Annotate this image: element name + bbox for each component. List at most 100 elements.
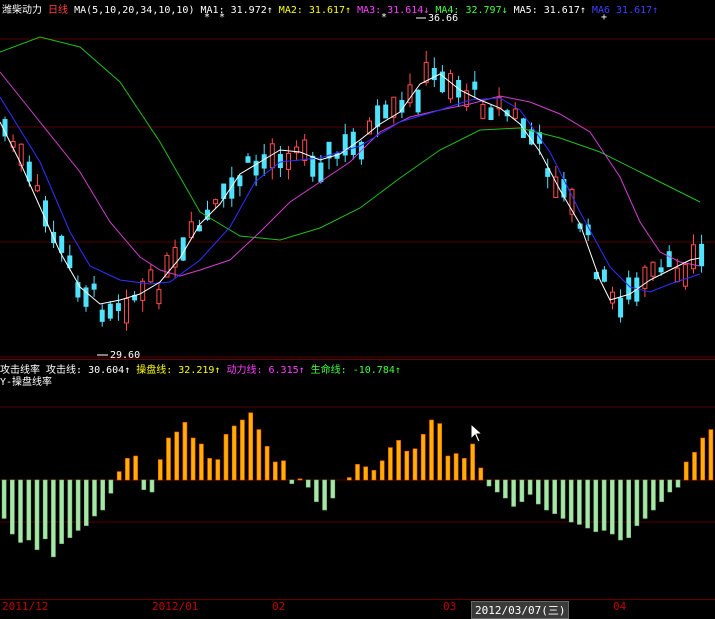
histogram-bar	[59, 479, 64, 544]
candle-body	[124, 298, 129, 324]
candle-body	[399, 100, 405, 113]
date-label-02: 02	[272, 600, 286, 613]
candle-body	[156, 289, 162, 305]
date-label-04: 04	[613, 600, 627, 613]
candle-body	[245, 156, 251, 163]
date-label-2011-12: 2011/12	[2, 600, 49, 613]
histogram-bar	[42, 479, 48, 540]
histogram-bar	[371, 470, 377, 481]
histogram-bar	[388, 447, 393, 481]
histogram-bar	[404, 450, 410, 481]
histogram-bar	[26, 479, 32, 541]
candle-body	[34, 185, 40, 192]
histogram-bar	[486, 479, 492, 487]
candle-body	[107, 303, 113, 319]
histogram-bar	[264, 446, 270, 481]
candles	[2, 50, 705, 331]
histogram-bar	[305, 479, 311, 488]
svg-text:+: +	[601, 12, 607, 23]
candle-body	[650, 261, 656, 277]
cursor-date: 2012/03/07(三)	[471, 601, 570, 619]
histogram-bar	[1, 479, 7, 519]
histogram-bar	[609, 479, 615, 535]
histogram-bar	[445, 455, 451, 481]
date-label-2012-01: 2012/01	[152, 600, 199, 613]
histogram-bar	[503, 479, 508, 499]
candle-body	[318, 162, 324, 183]
histogram-bar	[560, 479, 566, 519]
candle-body	[26, 161, 32, 182]
histogram-bar	[322, 479, 327, 511]
candle-body	[601, 269, 607, 282]
candle-body	[261, 154, 267, 169]
histogram-bar	[420, 434, 426, 481]
ma-line-magenta	[0, 71, 701, 277]
histogram-bar	[100, 479, 105, 511]
signal-markers: * * * +	[204, 12, 607, 23]
histogram-bar	[67, 479, 73, 538]
candle-body	[91, 283, 97, 290]
histogram-bar	[199, 443, 204, 481]
histogram-bar	[166, 437, 171, 481]
grid-lines	[0, 38, 715, 358]
momentum-line-value: 动力线: 6.315↑	[226, 365, 305, 376]
histogram-bar	[675, 479, 681, 488]
histogram-bar	[577, 479, 582, 525]
histogram-bar	[92, 479, 97, 517]
histogram-bar	[207, 458, 212, 481]
histogram-bar	[272, 461, 278, 481]
candle-body	[488, 107, 494, 120]
histogram-bar	[396, 440, 401, 481]
histogram-bar	[355, 464, 360, 481]
histogram-bar	[478, 467, 484, 481]
histogram-bar	[240, 419, 245, 481]
candle-body	[674, 267, 680, 283]
histogram-bar	[519, 479, 525, 502]
histogram-bar	[10, 479, 15, 535]
ma-line-green	[0, 36, 701, 241]
histogram-bar	[51, 479, 56, 558]
histogram-bar	[141, 479, 147, 490]
indicator-header: 攻击线率 攻击线: 30.604↑ 操盘线: 32.219↑ 动力线: 6.31…	[0, 361, 401, 376]
candle-body	[610, 291, 615, 304]
histogram-bar	[535, 479, 541, 505]
histogram-bar	[453, 453, 459, 481]
histogram-bar	[708, 429, 714, 481]
histogram-bar	[692, 452, 697, 481]
candle-body	[642, 266, 648, 289]
histogram-bar	[182, 422, 188, 481]
candle-body	[115, 303, 121, 311]
histogram-bar	[116, 471, 122, 481]
candle-body	[99, 309, 105, 322]
histogram-bar	[634, 479, 640, 526]
histogram-bar	[585, 479, 590, 529]
histogram-bar	[494, 479, 500, 493]
candlestick-chart[interactable]: 36.66 29.60 * * * +	[0, 12, 715, 360]
candle-body	[666, 251, 672, 268]
histogram-bar	[158, 459, 163, 481]
svg-text:*: *	[204, 12, 210, 23]
candle-body	[375, 105, 381, 127]
histogram-bar	[437, 423, 443, 481]
attack-line-value: 攻击线: 30.604↑	[46, 365, 131, 376]
histogram-bar	[626, 479, 632, 538]
histogram-bar	[281, 460, 286, 481]
candle-body	[682, 264, 688, 287]
candle-body	[415, 89, 421, 113]
candle-body	[383, 104, 389, 119]
histogram-bar	[429, 419, 434, 481]
histogram-bar	[461, 458, 467, 481]
candle-body	[180, 237, 186, 261]
histogram-bar	[618, 479, 623, 541]
histogram-bar	[470, 443, 475, 481]
candle-body	[512, 108, 518, 119]
histogram-bar	[174, 431, 179, 481]
high-price-label: 36.66	[428, 13, 458, 24]
histogram-bar	[330, 479, 336, 499]
date-label-03: 03	[443, 600, 457, 613]
indicator-histogram[interactable]	[0, 385, 715, 600]
histogram-bar	[667, 479, 673, 493]
candle-body	[626, 277, 632, 300]
histogram-bars	[1, 412, 714, 558]
histogram-bar	[18, 479, 23, 543]
